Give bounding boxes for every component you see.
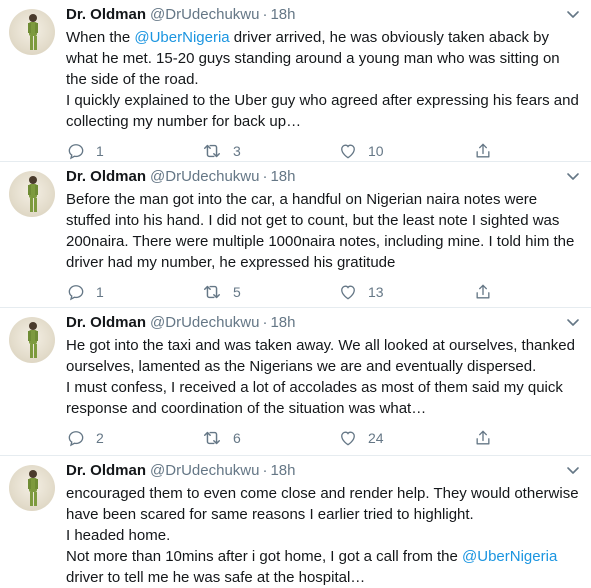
retweet-icon xyxy=(204,285,220,299)
display-name[interactable]: Dr. Oldman xyxy=(66,314,146,331)
reply-icon xyxy=(68,431,84,447)
timestamp[interactable]: 18h xyxy=(270,314,295,331)
avatar[interactable] xyxy=(9,171,55,217)
heart-icon xyxy=(341,285,355,300)
chevron-down-icon[interactable] xyxy=(565,462,581,478)
user-handle[interactable]: @DrUdechukwu xyxy=(150,462,259,479)
tweet-actions: 2 6 24 xyxy=(66,427,591,455)
like-count: 24 xyxy=(368,430,384,446)
share-button[interactable] xyxy=(473,427,493,449)
like-button[interactable]: 10 xyxy=(338,140,384,162)
reply-count: 2 xyxy=(96,430,104,446)
tweet-actions: 1 5 13 xyxy=(66,281,591,309)
user-handle[interactable]: @DrUdechukwu xyxy=(150,314,259,331)
retweet-count: 6 xyxy=(233,430,241,446)
retweet-button[interactable]: 5 xyxy=(201,281,241,303)
retweet-count: 3 xyxy=(233,143,241,159)
avatar[interactable] xyxy=(9,9,55,55)
retweet-icon xyxy=(204,144,220,158)
like-count: 10 xyxy=(368,143,384,159)
reply-count: 1 xyxy=(96,143,104,159)
share-icon xyxy=(476,143,490,158)
reply-icon xyxy=(68,285,84,301)
tweet-text: Before the man got into the car, a handf… xyxy=(66,191,575,271)
timestamp[interactable]: 18h xyxy=(270,462,295,479)
share-icon xyxy=(476,430,490,445)
share-button[interactable] xyxy=(473,281,493,303)
mention-link[interactable]: @UberNigeria xyxy=(134,29,229,46)
reply-icon xyxy=(68,144,84,160)
share-button[interactable] xyxy=(473,140,493,162)
tweet-text-segment: driver to tell me he was safe at the hos… xyxy=(66,569,366,586)
retweet-button[interactable]: 6 xyxy=(201,427,241,449)
avatar[interactable] xyxy=(9,465,55,511)
tweet[interactable]: Dr. Oldman @DrUdechukwu · 18h encouraged th… xyxy=(0,456,591,586)
separator-dot: · xyxy=(262,6,268,23)
separator-dot: · xyxy=(262,314,268,331)
display-name[interactable]: Dr. Oldman xyxy=(66,462,146,479)
share-icon xyxy=(476,284,490,299)
retweet-button[interactable]: 3 xyxy=(201,140,241,162)
like-count: 13 xyxy=(368,284,384,300)
user-handle[interactable]: @DrUdechukwu xyxy=(150,6,259,23)
retweet-count: 5 xyxy=(233,284,241,300)
tweet[interactable]: Dr. Oldman @DrUdechukwu · 18h Before the ma… xyxy=(0,162,591,308)
display-name[interactable]: Dr. Oldman xyxy=(66,6,146,23)
timestamp[interactable]: 18h xyxy=(270,6,295,23)
chevron-down-icon[interactable] xyxy=(565,168,581,184)
avatar[interactable] xyxy=(9,317,55,363)
reply-button[interactable]: 1 xyxy=(66,281,104,303)
tweet[interactable]: Dr. Oldman @DrUdechukwu · 18h He got into t… xyxy=(0,308,591,456)
tweet-text: encouraged them to even come close and r… xyxy=(66,483,581,588)
separator-dot: · xyxy=(262,168,268,185)
reply-count: 1 xyxy=(96,284,104,300)
like-button[interactable]: 24 xyxy=(338,427,384,449)
user-handle[interactable]: @DrUdechukwu xyxy=(150,168,259,185)
tweet-text: He got into the taxi and was taken away.… xyxy=(66,337,575,417)
tweet-text-segment: When the xyxy=(66,29,135,46)
chevron-down-icon[interactable] xyxy=(565,314,581,330)
reply-button[interactable]: 2 xyxy=(66,427,104,449)
tweet-text: When the @UberNigeria driver arrived, he… xyxy=(66,27,581,132)
like-button[interactable]: 13 xyxy=(338,281,384,303)
heart-icon xyxy=(341,431,355,446)
heart-icon xyxy=(341,144,355,159)
retweet-icon xyxy=(204,431,220,445)
reply-button[interactable]: 1 xyxy=(66,140,104,162)
timestamp[interactable]: 18h xyxy=(270,168,295,185)
tweet[interactable]: Dr. Oldman @DrUdechukwu · 18h When the @Ube… xyxy=(0,0,591,162)
chevron-down-icon[interactable] xyxy=(565,6,581,22)
timeline: Dr. Oldman @DrUdechukwu · 18h When the @Ube… xyxy=(0,0,591,586)
mention-link[interactable]: @UberNigeria xyxy=(462,548,557,565)
display-name[interactable]: Dr. Oldman xyxy=(66,168,146,185)
separator-dot: · xyxy=(262,462,268,479)
